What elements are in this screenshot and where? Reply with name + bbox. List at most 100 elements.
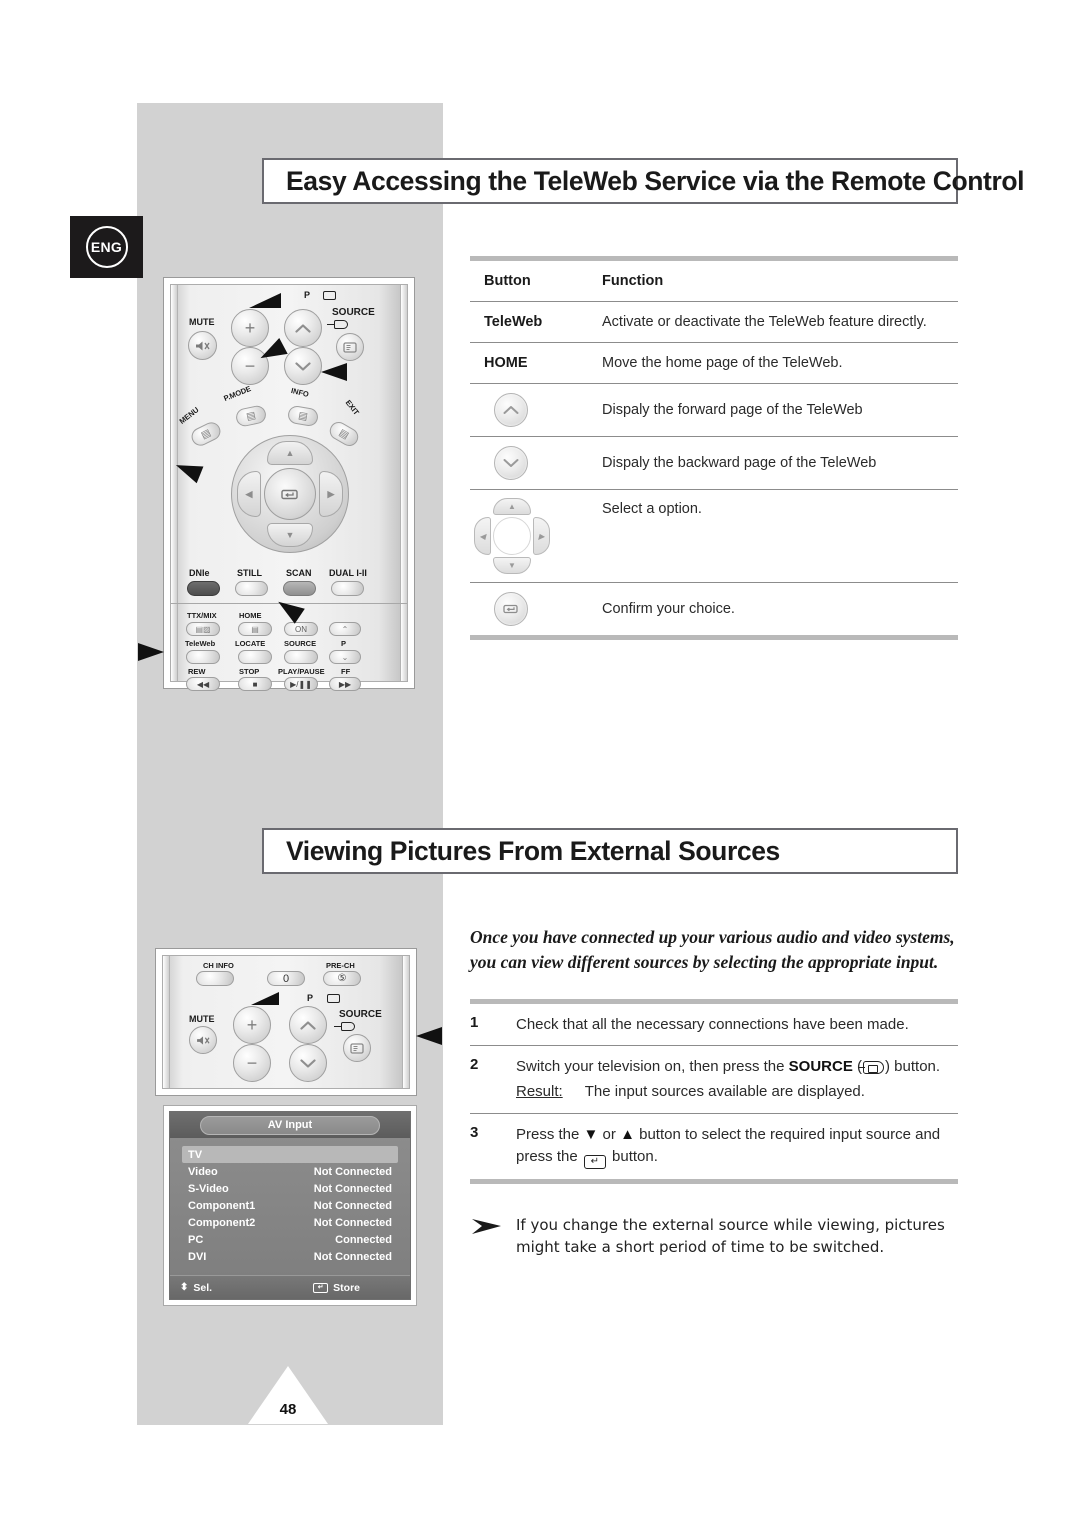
remote-label-p: P	[304, 290, 311, 300]
osd-row-name: DVI	[188, 1250, 207, 1263]
remote-enter-button[interactable]	[264, 468, 316, 520]
remote-fast-forward-button[interactable]: ▶▶	[329, 677, 361, 691]
remote-right-rail-bottom	[402, 956, 409, 1088]
remote-label-p-bottom: P	[307, 993, 314, 1003]
remote-volume-up-button[interactable]: +	[231, 309, 269, 347]
osd-footer-select-label: Sel.	[193, 1281, 213, 1294]
callout-pointer-channel-down	[321, 363, 347, 381]
osd-row-name: PC	[188, 1233, 204, 1246]
remote-label-pmode: P.MODE	[222, 383, 253, 404]
remote-teleweb-button[interactable]	[186, 650, 220, 664]
remote-source-button[interactable]	[336, 333, 364, 361]
remote-ttxmix-button[interactable]: ▤▨	[186, 622, 220, 636]
remote-label-p2: P	[341, 639, 347, 648]
remote-rewind-button[interactable]: ◀◀	[186, 677, 220, 691]
remote-control-illustration-top: MUTE P SOURCE + − MENU P.MODE INFO EXIT …	[138, 277, 415, 691]
four-way-navigation-ring-icon: ▲ ▼ ◀ ▶	[474, 498, 550, 574]
chevron-up-key-icon	[494, 393, 528, 427]
callout-pointer-teleweb	[138, 643, 164, 661]
remote-info-button[interactable]: ▤	[286, 404, 320, 428]
remote-source-button-bottom[interactable]	[343, 1034, 371, 1062]
remote-page-up-button[interactable]: ⌃	[329, 622, 361, 636]
remote-pmode-button[interactable]: ▤	[234, 404, 268, 428]
osd-row-status: Not Connected	[313, 1182, 392, 1195]
remote-source-small-button[interactable]	[284, 650, 318, 664]
remote-label-exit: EXIT	[343, 398, 362, 417]
note-block: If you change the external source while …	[470, 1214, 958, 1259]
remote-menu-button[interactable]: ▤	[188, 419, 224, 449]
remote-channel-up-button-bottom[interactable]	[289, 1006, 327, 1044]
osd-row-s-video[interactable]: S-Video Not Connected	[182, 1180, 398, 1197]
remote-channel-down-button-bottom[interactable]	[289, 1044, 327, 1082]
step-row: 2 Switch your television on, then press …	[470, 1046, 958, 1113]
osd-row-video[interactable]: Video Not Connected	[182, 1163, 398, 1180]
eng-badge-label: ENG	[85, 226, 128, 268]
remote-navigation-pad[interactable]: ▲ ▼ ◀ ▶	[231, 435, 349, 553]
step-number: 3	[470, 1123, 479, 1141]
remote-page-down-button[interactable]: ⌄	[329, 650, 361, 664]
remote-still-button[interactable]	[235, 581, 268, 596]
remote-label-home: HOME	[239, 611, 262, 620]
remote-mute-button-bottom[interactable]	[189, 1026, 217, 1054]
nav-left-icon: ◀	[474, 517, 491, 555]
remote-on-button[interactable]: ON	[284, 622, 318, 636]
osd-row-name: Component1	[188, 1199, 256, 1212]
remote-nav-up-icon[interactable]: ▲	[267, 441, 313, 465]
intro-line-2: you can view different sources by select…	[470, 951, 939, 972]
remote-label-stop: STOP	[239, 667, 260, 676]
row-button-label: HOME	[484, 355, 528, 371]
remote-ch-info-button[interactable]	[196, 971, 234, 986]
osd-row-component2[interactable]: Component2 Not Connected	[182, 1214, 398, 1231]
remote-volume-up-button-bottom[interactable]: +	[233, 1006, 271, 1044]
remote-scan-button[interactable]	[283, 581, 316, 596]
osd-row-component1[interactable]: Component1 Not Connected	[182, 1197, 398, 1214]
osd-row-status: Connected	[335, 1233, 392, 1246]
osd-row-name: TV	[188, 1148, 203, 1161]
remote-play-pause-button[interactable]: ▶/❚❚	[284, 677, 318, 691]
remote-label-locate: LOCATE	[235, 639, 266, 648]
remote-home-button[interactable]: ▤	[238, 622, 272, 636]
remote-locate-button[interactable]	[238, 650, 272, 664]
table-row: ▲ ▼ ◀ ▶ Select a option.	[470, 490, 958, 582]
step2-result-line: Result: The input sources available are …	[516, 1081, 958, 1103]
remote-channel-up-button[interactable]	[284, 309, 322, 347]
osd-footer-store: ↵ Store	[313, 1282, 360, 1294]
volume-wedge-icon-bottom	[251, 992, 279, 1005]
remote-pre-ch-button[interactable]: ⑤	[323, 971, 361, 986]
chevron-down-key-icon	[494, 446, 528, 480]
step3-up-arrow-icon: ▲	[620, 1125, 635, 1143]
remote-channel-down-button[interactable]	[284, 347, 322, 385]
step3-text-d: press the	[516, 1147, 582, 1165]
step2-bold-source: SOURCE	[788, 1058, 853, 1076]
enter-key-icon-small: ↵	[313, 1282, 329, 1293]
volume-wedge-icon	[249, 293, 281, 308]
remote-label-teleweb: TeleWeb	[185, 639, 216, 648]
remote-stop-button[interactable]: ■	[238, 677, 272, 691]
table-bottom-rule	[470, 635, 958, 640]
row-button-label: TeleWeb	[484, 314, 543, 330]
table-row: Dispaly the backward page of the TeleWeb	[470, 437, 958, 489]
osd-source-list: TV Video Not Connected S-Video Not Conne…	[170, 1138, 410, 1275]
source-glyph-lead-bottom	[334, 1026, 341, 1028]
note-line-1: If you change the external source while …	[516, 1215, 945, 1234]
step-text: Press the ▼ or ▲ button to select the re…	[516, 1124, 958, 1169]
external-sources-content: Once you have connected up your various …	[470, 925, 958, 1259]
remote-control-illustration-bottom: CH INFO PRE-CH 0 ⑤ MUTE P SOURCE + −	[155, 948, 442, 1096]
remote-dual-button[interactable]	[331, 581, 364, 596]
osd-row-status: Not Connected	[313, 1165, 392, 1178]
osd-row-pc[interactable]: PC Connected	[182, 1231, 398, 1248]
osd-row-dvi[interactable]: DVI Not Connected	[182, 1248, 398, 1265]
result-label: Result:	[516, 1083, 563, 1101]
remote-mute-button[interactable]	[188, 331, 217, 360]
row-function-text: Move the home page of the TeleWeb.	[602, 355, 843, 371]
remote-dnie-button[interactable]	[187, 581, 220, 596]
remote-label-menu: MENU	[177, 405, 201, 426]
header-button: Button	[484, 273, 531, 289]
remote-label-playpause: PLAY/PAUSE	[278, 667, 325, 676]
remote-label-info: INFO	[290, 385, 310, 400]
remote-nav-left-icon[interactable]: ◀	[237, 471, 261, 517]
remote-volume-down-button-bottom[interactable]: −	[233, 1044, 271, 1082]
osd-row-tv[interactable]: TV	[182, 1146, 398, 1163]
remote-zero-button[interactable]: 0	[267, 971, 305, 986]
osd-row-status: Not Connected	[313, 1250, 392, 1263]
